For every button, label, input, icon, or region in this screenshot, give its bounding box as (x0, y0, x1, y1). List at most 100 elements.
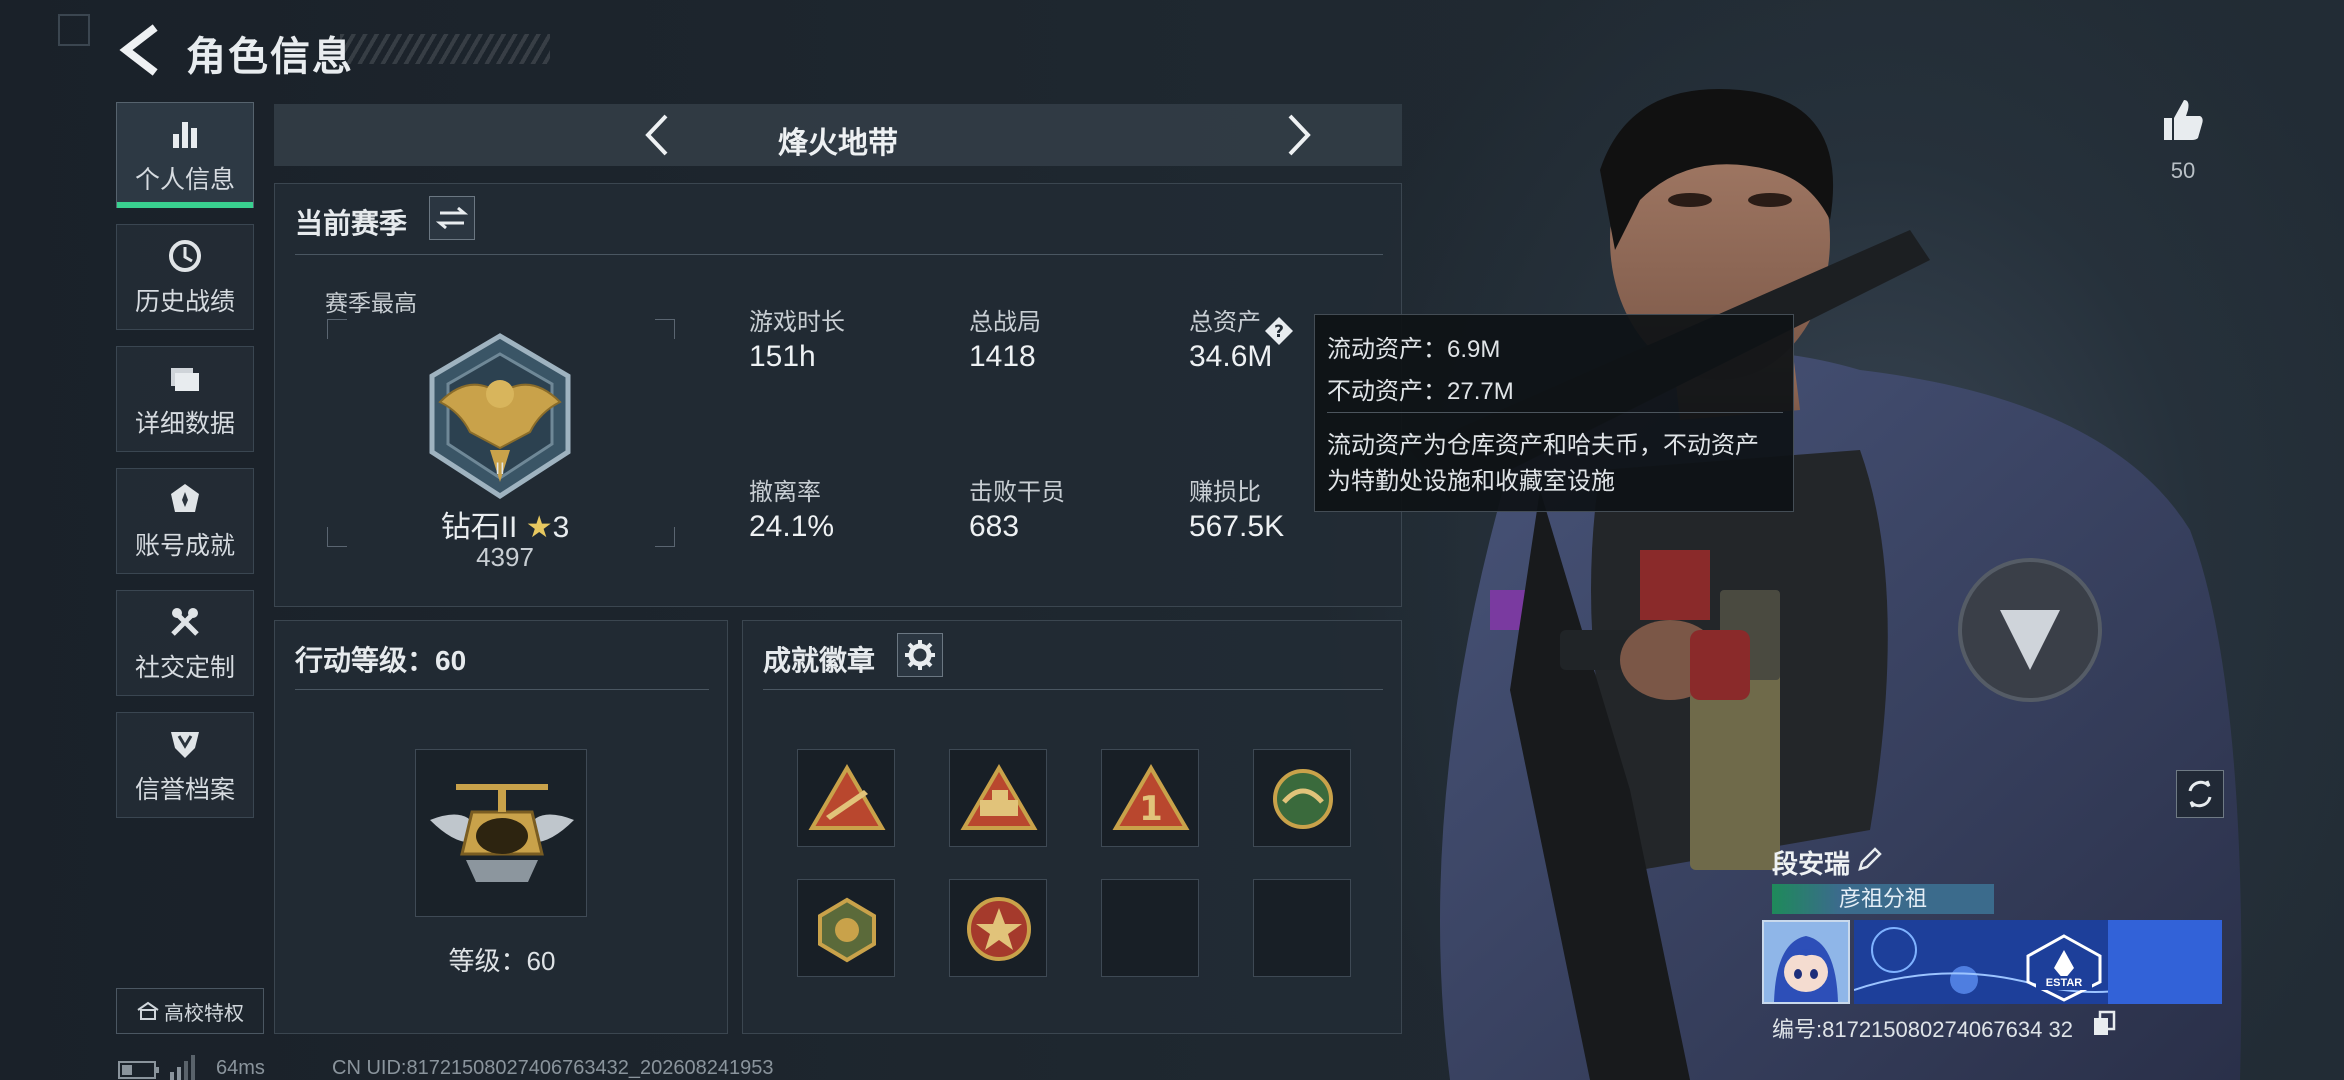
clan-tag[interactable]: 彦祖分祖 (1772, 884, 1994, 914)
level-title: 行动等级：60 (295, 645, 467, 676)
sidebar-item-personal-info[interactable]: 个人信息 (116, 102, 254, 208)
battery-icon (118, 1061, 159, 1079)
stat-assets-label: 总资产 (1189, 309, 1261, 336)
rank-tier: 钻石II (440, 511, 518, 544)
title-decoration (340, 34, 550, 64)
sidebar-item-label: 详细数据 (134, 410, 235, 438)
bar-chart-icon (173, 122, 197, 148)
thumbs-up-icon[interactable] (2158, 96, 2208, 144)
avatar[interactable] (1762, 920, 1850, 1004)
sidebar-item-label: 账号成就 (134, 532, 235, 560)
footer-uid: CN UID:81721508027406763432_202608241953 (332, 1057, 774, 1079)
tools-icon (171, 608, 199, 636)
achievement-badge-slot[interactable] (949, 749, 1047, 847)
team-banner-text: ESTAR (2045, 977, 2083, 989)
rotate-view-button[interactable] (2176, 770, 2224, 818)
name-card-banner[interactable]: ESTAR (1854, 920, 2222, 1004)
history-icon (169, 240, 201, 272)
ping-readout: 64ms (216, 1057, 265, 1079)
back-arrow-icon[interactable] (112, 22, 168, 78)
sidebar-item-credit[interactable]: 信誉档案 (116, 712, 254, 818)
campus-privilege-button[interactable]: 高校特权 (116, 988, 264, 1034)
rank-score: 4397 (476, 542, 534, 572)
mode-selector: 烽火地带 (274, 104, 1402, 166)
corner-decoration (58, 14, 90, 46)
stat-kills-label: 击败干员 (969, 479, 1065, 506)
help-icon[interactable]: ? (1264, 316, 1294, 346)
page-title: 角色信息 (186, 35, 354, 79)
avatar-anime-icon (1764, 922, 1848, 1002)
badge-settings-button[interactable] (897, 633, 943, 677)
signal-icon (170, 1055, 195, 1080)
svg-text:II: II (495, 459, 504, 478)
swap-icon (435, 206, 469, 230)
sidebar-item-label: 历史战绩 (134, 288, 235, 316)
refresh-icon (2188, 780, 2212, 808)
achievement-badge-slot-empty[interactable] (1253, 879, 1351, 977)
stat-extract-rate-label: 撤离率 (749, 479, 821, 506)
triangle-number-one-badge-icon: 1 (1112, 764, 1190, 830)
tooltip-divider (1327, 412, 1783, 413)
helicopter-badge-icon (430, 784, 574, 882)
achievements-title: 成就徽章 (763, 645, 876, 676)
sidebar-item-details[interactable]: 详细数据 (116, 346, 254, 452)
sidebar-item-social[interactable]: 社交定制 (116, 590, 254, 696)
sidebar-item-label: 社交定制 (134, 654, 235, 682)
campus-icon (137, 1001, 159, 1020)
campus-privilege-label: 高校特权 (164, 1002, 244, 1025)
tooltip-liquid-assets: 流动资产：6.9M (1327, 336, 1501, 363)
stat-profit-ratio-value: 567.5K (1189, 510, 1285, 543)
stat-playtime-label: 游戏时长 (749, 309, 845, 336)
achievement-badge-slot[interactable] (1253, 749, 1351, 847)
achievement-badge-slot[interactable] (797, 749, 895, 847)
rank-stars: 3 (552, 511, 570, 544)
sidebar-item-achievements[interactable]: 账号成就 (116, 468, 254, 574)
folder-icon (171, 368, 199, 391)
svg-text:?: ? (1274, 322, 1284, 342)
tooltip-note-line2: 为特勤处设施和收藏室设施 (1327, 468, 1615, 495)
edit-pencil-icon[interactable] (1856, 845, 1884, 873)
achievement-badge-slot-empty[interactable] (1101, 879, 1199, 977)
star-medal-badge-icon (967, 897, 1031, 961)
stat-extract-rate-value: 24.1% (749, 510, 835, 543)
rank-name: 钻石II ★3 (345, 502, 665, 546)
green-seal-badge-icon (1273, 769, 1333, 829)
tooltip-fixed-assets: 不动资产：27.7M (1327, 378, 1514, 405)
sidebar-item-history[interactable]: 历史战绩 (116, 224, 254, 330)
assets-tooltip: 流动资产：6.9M 不动资产：27.7M 流动资产为仓库资产和哈夫币，不动资产 … (1314, 314, 1794, 512)
stat-playtime-value: 151h (749, 340, 816, 373)
season-subtitle: 赛季最高 (325, 290, 417, 316)
team-banner-icon (1854, 920, 2222, 1004)
mode-label: 烽火地带 (778, 127, 898, 160)
season-panel: 当前赛季 赛季最高 II 钻石II ★3 4397 游戏时长 151h 总战局 … (274, 183, 1402, 607)
stat-matches-value: 1418 (969, 340, 1036, 373)
copy-icon[interactable] (2092, 1010, 2116, 1036)
player-id: 编号:817215080274067634 32 (1772, 1017, 2073, 1042)
level-label: 等级：60 (448, 946, 556, 976)
player-name: 段安瑞 (1772, 849, 1851, 879)
switch-season-button[interactable] (429, 196, 475, 240)
operation-level-panel: 行动等级：60 等级：60 (274, 620, 728, 1034)
level-badge[interactable] (415, 749, 587, 917)
star-icon: ★ (525, 511, 553, 544)
achievement-badge-slot[interactable] (797, 879, 895, 977)
stat-assets-value: 34.6M (1189, 340, 1273, 373)
achievement-badge-slot[interactable]: 1 (1101, 749, 1199, 847)
achievement-badges-panel: 成就徽章 1 (742, 620, 1402, 1034)
triangle-tank-badge-icon (960, 764, 1038, 830)
stat-matches-label: 总战局 (969, 309, 1041, 336)
chevron-right-icon[interactable] (1274, 112, 1320, 158)
triangle-rifle-badge-icon (808, 764, 886, 830)
sidebar-item-label: 个人信息 (134, 166, 235, 194)
tooltip-note-line1: 流动资产为仓库资产和哈夫币，不动资产 (1327, 432, 1759, 459)
achievement-icon (171, 484, 199, 512)
hexagon-2025-badge-icon (818, 897, 876, 963)
gear-icon (905, 640, 935, 670)
svg-text:1: 1 (1139, 789, 1163, 829)
like-count: 50 (2170, 158, 2196, 183)
stat-kills-value: 683 (969, 510, 1020, 543)
achievement-badge-slot[interactable] (949, 879, 1047, 977)
rank-emblem-icon: II (429, 333, 571, 499)
stat-profit-ratio-label: 赚损比 (1189, 479, 1261, 506)
credit-shield-icon (171, 732, 199, 758)
